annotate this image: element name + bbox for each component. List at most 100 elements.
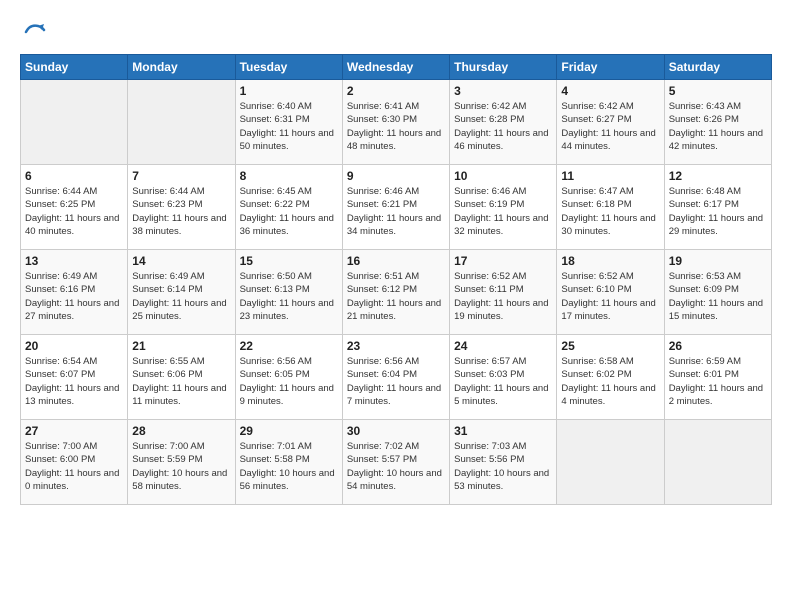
weekday-header-monday: Monday: [128, 55, 235, 80]
day-info: Sunrise: 6:50 AMSunset: 6:13 PMDaylight:…: [240, 270, 338, 323]
day-number: 16: [347, 254, 445, 268]
weekday-header-saturday: Saturday: [664, 55, 771, 80]
day-info: Sunrise: 7:00 AMSunset: 6:00 PMDaylight:…: [25, 440, 123, 493]
day-number: 31: [454, 424, 552, 438]
weekday-header-tuesday: Tuesday: [235, 55, 342, 80]
day-number: 25: [561, 339, 659, 353]
calendar-table: SundayMondayTuesdayWednesdayThursdayFrid…: [20, 54, 772, 505]
day-number: 8: [240, 169, 338, 183]
day-info: Sunrise: 6:54 AMSunset: 6:07 PMDaylight:…: [25, 355, 123, 408]
calendar-cell: 25 Sunrise: 6:58 AMSunset: 6:02 PMDaylig…: [557, 335, 664, 420]
day-info: Sunrise: 7:02 AMSunset: 5:57 PMDaylight:…: [347, 440, 445, 493]
calendar-cell: 28 Sunrise: 7:00 AMSunset: 5:59 PMDaylig…: [128, 420, 235, 505]
day-number: 28: [132, 424, 230, 438]
weekday-header-row: SundayMondayTuesdayWednesdayThursdayFrid…: [21, 55, 772, 80]
calendar-cell: 8 Sunrise: 6:45 AMSunset: 6:22 PMDayligh…: [235, 165, 342, 250]
day-number: 14: [132, 254, 230, 268]
day-number: 5: [669, 84, 767, 98]
day-info: Sunrise: 6:55 AMSunset: 6:06 PMDaylight:…: [132, 355, 230, 408]
day-info: Sunrise: 6:52 AMSunset: 6:10 PMDaylight:…: [561, 270, 659, 323]
calendar-cell: 30 Sunrise: 7:02 AMSunset: 5:57 PMDaylig…: [342, 420, 449, 505]
day-info: Sunrise: 6:48 AMSunset: 6:17 PMDaylight:…: [669, 185, 767, 238]
calendar-cell: 9 Sunrise: 6:46 AMSunset: 6:21 PMDayligh…: [342, 165, 449, 250]
calendar-cell: 1 Sunrise: 6:40 AMSunset: 6:31 PMDayligh…: [235, 80, 342, 165]
day-info: Sunrise: 6:58 AMSunset: 6:02 PMDaylight:…: [561, 355, 659, 408]
day-number: 24: [454, 339, 552, 353]
logo-icon: [22, 20, 46, 44]
day-number: 12: [669, 169, 767, 183]
day-info: Sunrise: 6:56 AMSunset: 6:05 PMDaylight:…: [240, 355, 338, 408]
day-number: 3: [454, 84, 552, 98]
day-number: 19: [669, 254, 767, 268]
calendar-cell: [128, 80, 235, 165]
calendar-cell: 31 Sunrise: 7:03 AMSunset: 5:56 PMDaylig…: [450, 420, 557, 505]
calendar-cell: 11 Sunrise: 6:47 AMSunset: 6:18 PMDaylig…: [557, 165, 664, 250]
day-number: 23: [347, 339, 445, 353]
calendar-cell: 10 Sunrise: 6:46 AMSunset: 6:19 PMDaylig…: [450, 165, 557, 250]
calendar-cell: 14 Sunrise: 6:49 AMSunset: 6:14 PMDaylig…: [128, 250, 235, 335]
calendar-cell: 5 Sunrise: 6:43 AMSunset: 6:26 PMDayligh…: [664, 80, 771, 165]
calendar-cell: 6 Sunrise: 6:44 AMSunset: 6:25 PMDayligh…: [21, 165, 128, 250]
weekday-header-friday: Friday: [557, 55, 664, 80]
calendar-cell: 7 Sunrise: 6:44 AMSunset: 6:23 PMDayligh…: [128, 165, 235, 250]
calendar-cell: 29 Sunrise: 7:01 AMSunset: 5:58 PMDaylig…: [235, 420, 342, 505]
day-info: Sunrise: 6:44 AMSunset: 6:23 PMDaylight:…: [132, 185, 230, 238]
calendar-cell: 12 Sunrise: 6:48 AMSunset: 6:17 PMDaylig…: [664, 165, 771, 250]
calendar-cell: 20 Sunrise: 6:54 AMSunset: 6:07 PMDaylig…: [21, 335, 128, 420]
week-row-4: 20 Sunrise: 6:54 AMSunset: 6:07 PMDaylig…: [21, 335, 772, 420]
calendar-cell: 21 Sunrise: 6:55 AMSunset: 6:06 PMDaylig…: [128, 335, 235, 420]
calendar-cell: 23 Sunrise: 6:56 AMSunset: 6:04 PMDaylig…: [342, 335, 449, 420]
day-number: 17: [454, 254, 552, 268]
day-number: 22: [240, 339, 338, 353]
calendar-cell: [664, 420, 771, 505]
calendar-cell: 3 Sunrise: 6:42 AMSunset: 6:28 PMDayligh…: [450, 80, 557, 165]
page-header: [20, 20, 772, 44]
day-info: Sunrise: 6:47 AMSunset: 6:18 PMDaylight:…: [561, 185, 659, 238]
day-number: 9: [347, 169, 445, 183]
week-row-1: 1 Sunrise: 6:40 AMSunset: 6:31 PMDayligh…: [21, 80, 772, 165]
day-info: Sunrise: 6:49 AMSunset: 6:14 PMDaylight:…: [132, 270, 230, 323]
logo: [20, 20, 46, 44]
day-number: 21: [132, 339, 230, 353]
calendar-cell: 15 Sunrise: 6:50 AMSunset: 6:13 PMDaylig…: [235, 250, 342, 335]
day-info: Sunrise: 7:00 AMSunset: 5:59 PMDaylight:…: [132, 440, 230, 493]
day-number: 4: [561, 84, 659, 98]
day-info: Sunrise: 6:53 AMSunset: 6:09 PMDaylight:…: [669, 270, 767, 323]
day-number: 26: [669, 339, 767, 353]
calendar-cell: 24 Sunrise: 6:57 AMSunset: 6:03 PMDaylig…: [450, 335, 557, 420]
day-number: 30: [347, 424, 445, 438]
calendar-cell: 2 Sunrise: 6:41 AMSunset: 6:30 PMDayligh…: [342, 80, 449, 165]
day-number: 27: [25, 424, 123, 438]
week-row-5: 27 Sunrise: 7:00 AMSunset: 6:00 PMDaylig…: [21, 420, 772, 505]
day-info: Sunrise: 6:59 AMSunset: 6:01 PMDaylight:…: [669, 355, 767, 408]
day-info: Sunrise: 7:03 AMSunset: 5:56 PMDaylight:…: [454, 440, 552, 493]
calendar-cell: 22 Sunrise: 6:56 AMSunset: 6:05 PMDaylig…: [235, 335, 342, 420]
day-number: 10: [454, 169, 552, 183]
day-number: 2: [347, 84, 445, 98]
weekday-header-wednesday: Wednesday: [342, 55, 449, 80]
day-number: 15: [240, 254, 338, 268]
day-info: Sunrise: 6:52 AMSunset: 6:11 PMDaylight:…: [454, 270, 552, 323]
week-row-2: 6 Sunrise: 6:44 AMSunset: 6:25 PMDayligh…: [21, 165, 772, 250]
day-number: 6: [25, 169, 123, 183]
calendar-cell: [21, 80, 128, 165]
calendar-cell: [557, 420, 664, 505]
day-info: Sunrise: 7:01 AMSunset: 5:58 PMDaylight:…: [240, 440, 338, 493]
calendar-cell: 26 Sunrise: 6:59 AMSunset: 6:01 PMDaylig…: [664, 335, 771, 420]
day-info: Sunrise: 6:51 AMSunset: 6:12 PMDaylight:…: [347, 270, 445, 323]
day-info: Sunrise: 6:43 AMSunset: 6:26 PMDaylight:…: [669, 100, 767, 153]
week-row-3: 13 Sunrise: 6:49 AMSunset: 6:16 PMDaylig…: [21, 250, 772, 335]
day-info: Sunrise: 6:41 AMSunset: 6:30 PMDaylight:…: [347, 100, 445, 153]
day-info: Sunrise: 6:42 AMSunset: 6:28 PMDaylight:…: [454, 100, 552, 153]
day-number: 1: [240, 84, 338, 98]
day-number: 7: [132, 169, 230, 183]
calendar-cell: 18 Sunrise: 6:52 AMSunset: 6:10 PMDaylig…: [557, 250, 664, 335]
day-info: Sunrise: 6:46 AMSunset: 6:21 PMDaylight:…: [347, 185, 445, 238]
day-number: 11: [561, 169, 659, 183]
weekday-header-thursday: Thursday: [450, 55, 557, 80]
calendar-cell: 4 Sunrise: 6:42 AMSunset: 6:27 PMDayligh…: [557, 80, 664, 165]
day-info: Sunrise: 6:45 AMSunset: 6:22 PMDaylight:…: [240, 185, 338, 238]
calendar-cell: 19 Sunrise: 6:53 AMSunset: 6:09 PMDaylig…: [664, 250, 771, 335]
calendar-cell: 16 Sunrise: 6:51 AMSunset: 6:12 PMDaylig…: [342, 250, 449, 335]
day-number: 18: [561, 254, 659, 268]
